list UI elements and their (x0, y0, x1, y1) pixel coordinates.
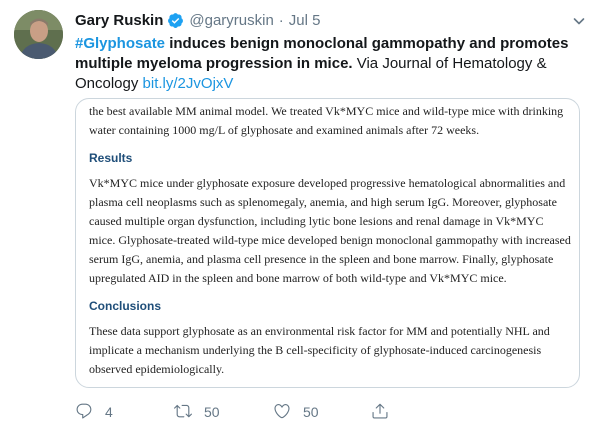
verified-badge-icon (167, 12, 184, 29)
tweet-text: #Glyphosate induces benign monoclonal ga… (75, 34, 580, 94)
reply-button[interactable]: 4 (75, 401, 113, 423)
hashtag-link[interactable]: #Glyphosate (75, 35, 165, 52)
tweet[interactable]: Gary Ruskin @garyruskin · Jul 5 #Glyphos… (0, 0, 598, 432)
reply-icon (75, 402, 93, 423)
timestamp[interactable]: Jul 5 (289, 12, 321, 29)
results-text: Vk*MYC mice under glyphosate exposure de… (89, 176, 571, 285)
results-heading: Results (89, 151, 133, 165)
paper-intro: the best available MM animal model. We t… (89, 104, 564, 137)
retweet-icon (174, 402, 192, 423)
media-image[interactable]: the best available MM animal model. We t… (75, 98, 580, 388)
user-handle[interactable]: @garyruskin (189, 12, 273, 29)
action-bar: 4 50 50 (75, 401, 580, 423)
heart-icon (273, 402, 291, 423)
like-count: 50 (303, 404, 319, 420)
separator: · (278, 11, 284, 29)
chevron-down-icon[interactable] (571, 13, 587, 29)
like-button[interactable]: 50 (273, 401, 319, 423)
avatar[interactable] (14, 10, 63, 59)
share-icon (371, 402, 389, 423)
retweet-count: 50 (204, 404, 220, 420)
tweet-link[interactable]: bit.ly/2JvOjxV (143, 75, 234, 92)
tweet-header: Gary Ruskin @garyruskin · Jul 5 (75, 9, 320, 31)
retweet-button[interactable]: 50 (174, 401, 220, 423)
reply-count: 4 (105, 404, 113, 420)
paper-excerpt: the best available MM animal model. We t… (89, 102, 571, 379)
avatar-image (14, 10, 63, 59)
share-button[interactable] (371, 401, 389, 423)
conclusions-text: These data support glyphosate as an envi… (89, 324, 550, 376)
conclusions-heading: Conclusions (89, 299, 162, 313)
display-name[interactable]: Gary Ruskin (75, 12, 163, 29)
